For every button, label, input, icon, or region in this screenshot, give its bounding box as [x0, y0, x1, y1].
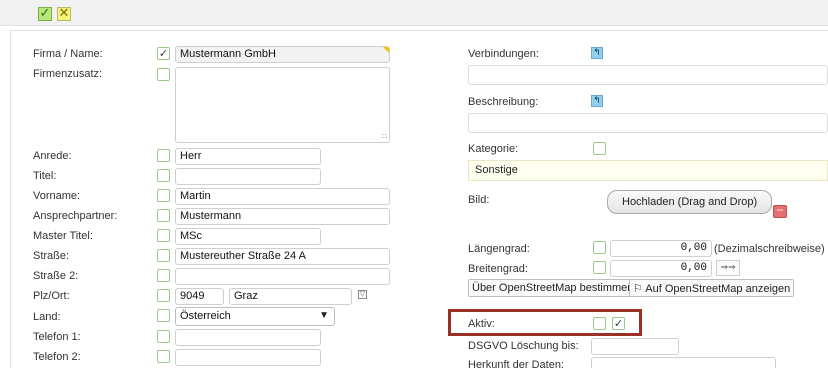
- firmenzusatz-textarea[interactable]: ∷: [175, 67, 390, 143]
- confirm-check-icon[interactable]: ✓: [38, 7, 52, 21]
- ansprechpartner-label: Ansprechpartner:: [33, 210, 118, 222]
- herkunft-label: Herkunft der Daten:: [468, 359, 564, 368]
- cancel-x-icon[interactable]: ✕: [57, 7, 71, 21]
- laengengrad-input[interactable]: 0,00: [610, 240, 712, 257]
- plz-input[interactable]: 9049: [175, 288, 224, 305]
- dsgvo-input[interactable]: [591, 338, 679, 355]
- telefon1-checkbox[interactable]: [157, 330, 170, 343]
- toolbar: ✓ ✕: [0, 0, 828, 26]
- anrede-input[interactable]: Herr: [175, 148, 321, 165]
- land-value: Österreich: [180, 310, 231, 322]
- laengengrad-checkbox[interactable]: [593, 241, 606, 254]
- aktiv-checkbox[interactable]: ✓: [612, 317, 625, 330]
- beschreibung-field[interactable]: [468, 113, 828, 133]
- master-titel-input[interactable]: MSc: [175, 228, 321, 245]
- land-select[interactable]: Österreich ▼: [175, 307, 335, 326]
- master-titel-checkbox[interactable]: [157, 229, 170, 242]
- bild-label: Bild:: [468, 194, 490, 206]
- strasse-input[interactable]: Mustereuther Straße 24 A: [175, 248, 390, 265]
- required-marker: [383, 47, 389, 53]
- telefon2-input[interactable]: [175, 349, 321, 366]
- telefon2-checkbox[interactable]: [157, 350, 170, 363]
- laengengrad-label: Längengrad:: [468, 243, 530, 255]
- strasse2-input[interactable]: [175, 268, 390, 285]
- firma-value: Mustermann GmbH: [180, 48, 276, 60]
- dezimal-hint: (Dezimalschreibweise): [714, 243, 825, 255]
- kategorie-label: Kategorie:: [468, 143, 519, 155]
- chevron-down-icon: ▼: [319, 310, 329, 321]
- ort-input[interactable]: Graz: [229, 288, 352, 305]
- strasse-checkbox[interactable]: [157, 249, 170, 262]
- firma-input[interactable]: Mustermann GmbH: [175, 46, 390, 63]
- land-label: Land:: [33, 311, 61, 323]
- anrede-label: Anrede:: [33, 150, 72, 162]
- filter-icon[interactable]: ▽: [358, 290, 367, 299]
- strasse-label: Straße:: [33, 250, 70, 262]
- double-arrow-icon[interactable]: ⇒⇒: [716, 260, 740, 276]
- plz-ort-label: Plz/Ort:: [33, 290, 70, 302]
- titel-input[interactable]: [175, 168, 321, 185]
- remove-image-icon[interactable]: −: [773, 204, 787, 218]
- pin-icon[interactable]: ↰: [591, 95, 603, 107]
- breitengrad-checkbox[interactable]: [593, 261, 606, 274]
- osm-show-button[interactable]: ⚐ Auf OpenStreetMap anzeigen: [629, 279, 795, 297]
- strasse2-checkbox[interactable]: [157, 269, 170, 282]
- titel-label: Titel:: [33, 170, 57, 182]
- plz-ort-checkbox[interactable]: [157, 289, 170, 302]
- firma-checkbox[interactable]: ✓: [157, 47, 170, 60]
- vorname-label: Vorname:: [33, 190, 81, 202]
- strasse2-label: Straße 2:: [33, 270, 79, 282]
- vorname-checkbox[interactable]: [157, 189, 170, 202]
- aktiv-flag-checkbox[interactable]: [593, 317, 606, 330]
- breitengrad-input[interactable]: 0,00: [610, 260, 712, 277]
- firmenzusatz-checkbox[interactable]: [157, 68, 170, 81]
- verbindungen-field[interactable]: [468, 65, 828, 85]
- breitengrad-label: Breitengrad:: [468, 263, 528, 275]
- telefon1-label: Telefon 1:: [33, 331, 81, 343]
- kategorie-select[interactable]: Sonstige: [468, 160, 828, 181]
- beschreibung-label: Beschreibung:: [468, 96, 539, 108]
- vorname-input[interactable]: Martin: [175, 188, 390, 205]
- land-checkbox[interactable]: [157, 309, 170, 322]
- anrede-checkbox[interactable]: [157, 149, 170, 162]
- kategorie-checkbox[interactable]: [593, 142, 606, 155]
- ansprechpartner-checkbox[interactable]: [157, 209, 170, 222]
- verbindungen-label: Verbindungen:: [468, 48, 539, 60]
- firma-label: Firma / Name:: [33, 48, 103, 60]
- resize-grip-icon[interactable]: ∷: [382, 133, 387, 141]
- dsgvo-label: DSGVO Löschung bis:: [468, 340, 579, 352]
- titel-checkbox[interactable]: [157, 169, 170, 182]
- herkunft-input[interactable]: [591, 357, 776, 368]
- upload-button[interactable]: Hochladen (Drag and Drop): [607, 190, 773, 214]
- osm-determine-button[interactable]: Über OpenStreetMap bestimmen: [468, 279, 638, 297]
- pin-icon[interactable]: ↰: [591, 47, 603, 59]
- aktiv-label: Aktiv:: [468, 318, 495, 330]
- master-titel-label: Master Titel:: [33, 230, 93, 242]
- telefon2-label: Telefon 2:: [33, 351, 81, 363]
- ansprechpartner-input[interactable]: Mustermann: [175, 208, 390, 225]
- firmenzusatz-label: Firmenzusatz:: [33, 68, 103, 80]
- telefon1-input[interactable]: [175, 329, 321, 346]
